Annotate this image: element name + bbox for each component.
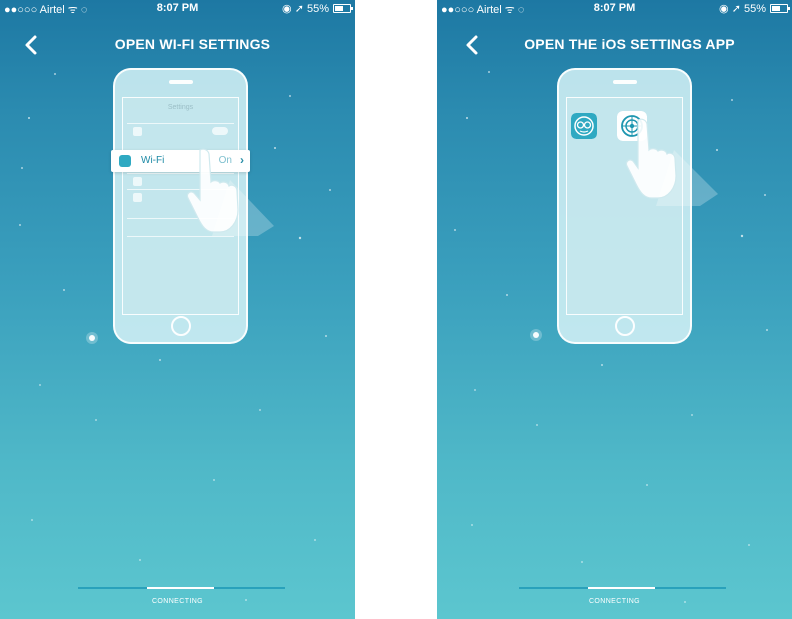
progress-bar-fill [147,587,214,589]
page-title: OPEN THE iOS SETTINGS APP [524,36,735,52]
wifi-label: Wi-Fi [141,155,165,166]
pointing-hand-icon [186,148,274,236]
status-battery-percent: ◉ ➚ 55% [719,3,766,15]
settings-row-airplane [127,123,234,138]
progress-label: CONNECTING [151,598,204,605]
progress-bar [78,587,285,589]
cellular-icon [133,193,142,202]
screen-open-wifi-settings: ●●○○○ Airtel ᯤ ◌ 8:07 PM ◉ ➚ 55% OPEN WI… [0,0,355,619]
progress-bar-fill [588,587,655,589]
bluetooth-icon [133,177,142,186]
status-battery-percent: ◉ ➚ 55% [282,3,329,15]
phone-speaker [168,80,193,84]
battery-icon [333,4,353,13]
battery-icon [770,4,790,13]
phone-home-button [614,316,635,336]
phone-speaker [612,80,637,84]
page-title: OPEN WI-FI SETTINGS [114,36,271,52]
settings-header-placeholder: Settings [167,104,194,111]
robot-face-app-icon[interactable] [571,113,597,139]
screen-open-ios-settings: ●●○○○ Airtel ᯤ ◌ 8:07 PM ◉ ➚ 55% OPEN TH… [437,0,792,619]
chevron-left-icon[interactable] [22,34,42,56]
phone-home-button [170,316,191,336]
status-bar: ●●○○○ Airtel ᯤ ◌ 8:07 PM ◉ ➚ 55% [437,0,792,16]
toggle-switch [212,127,228,135]
pointing-hand-icon [625,118,718,206]
airplane-icon [133,127,142,136]
status-bar: ●●○○○ Airtel ᯤ ◌ 8:07 PM ◉ ➚ 55% [0,0,355,16]
progress-label: CONNECTING [588,598,641,605]
wifi-icon [119,155,131,167]
progress-bar [519,587,726,589]
